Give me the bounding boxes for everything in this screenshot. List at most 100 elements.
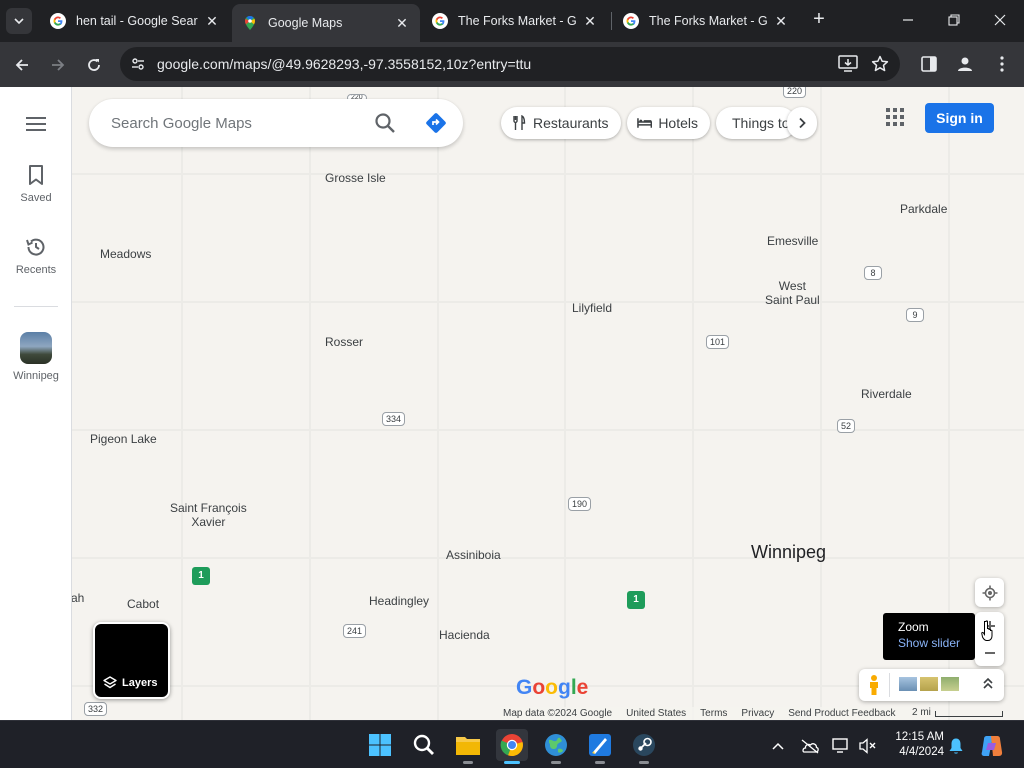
my-location-button[interactable] (975, 578, 1004, 607)
show-slider-link[interactable]: Show slider (898, 636, 975, 650)
browser-tab-strip: hen tail - Google Search ✕ Google Maps ✕ (0, 0, 1024, 42)
minimize-button[interactable] (885, 0, 931, 40)
close-tab-icon[interactable]: ✕ (773, 13, 789, 29)
running-indicator (504, 761, 520, 764)
close-window-button[interactable] (977, 0, 1023, 40)
close-icon (994, 14, 1006, 26)
place-label[interactable]: Grosse Isle (325, 171, 386, 185)
profile-button[interactable] (952, 51, 978, 77)
taskbar-search-button[interactable] (408, 729, 440, 761)
mouse-hand-cursor-icon (981, 620, 993, 641)
chrome-taskbar-button[interactable] (496, 729, 528, 764)
close-tab-icon[interactable]: ✕ (394, 15, 410, 31)
place-label[interactable]: West Saint Paul (765, 279, 820, 307)
road-shield: 101 (706, 335, 730, 349)
chip-hotels[interactable]: Hotels (627, 107, 710, 139)
privacy-link[interactable]: Privacy (741, 708, 774, 719)
place-label[interactable]: Pigeon Lake (90, 432, 157, 446)
chip-restaurants[interactable]: Restaurants (501, 107, 621, 139)
chrome-menu-button[interactable] (989, 51, 1015, 77)
search-input[interactable] (111, 111, 361, 135)
side-panel-button[interactable] (916, 51, 942, 77)
chip-things-to-do[interactable]: Things to do (716, 107, 796, 139)
directions-icon[interactable] (424, 111, 448, 135)
map-canvas[interactable]: Grosse Isle Parkdale Emesville Meadows W… (71, 87, 1024, 720)
zoom-out-button[interactable] (975, 639, 1004, 666)
place-label[interactable]: Hacienda (439, 628, 490, 642)
road-shield: 9 (906, 308, 924, 322)
back-button[interactable] (8, 51, 36, 79)
imagery-thumbnail[interactable] (899, 677, 917, 691)
place-label[interactable]: Saint François Xavier (170, 501, 247, 529)
tab-search-button[interactable] (6, 8, 32, 34)
bed-icon (637, 118, 653, 128)
rail-winnipeg[interactable]: Winnipeg (0, 332, 72, 382)
map-road (437, 87, 439, 720)
maps-globe-app-button[interactable] (540, 729, 572, 764)
rail-saved[interactable]: Saved (0, 163, 72, 204)
start-button[interactable] (364, 729, 396, 761)
road-shield: 190 (568, 497, 592, 511)
map-road (820, 87, 822, 720)
place-label[interactable]: Emesville (767, 234, 818, 248)
region-link[interactable]: United States (626, 708, 686, 719)
taskbar-clock[interactable]: 12:15 AM 4/4/2024 (886, 730, 944, 760)
close-tab-icon[interactable]: ✕ (582, 13, 598, 29)
copilot-button[interactable] (979, 735, 1005, 757)
terms-link[interactable]: Terms (700, 708, 727, 719)
search-icon[interactable] (373, 111, 397, 135)
place-label[interactable]: Headingley (369, 594, 429, 608)
place-label[interactable]: Meadows (100, 247, 151, 261)
feedback-link[interactable]: Send Product Feedback (788, 708, 895, 719)
arrow-right-icon (52, 59, 65, 71)
steam-app-button[interactable] (628, 729, 660, 764)
restore-button[interactable] (931, 0, 977, 40)
place-label[interactable]: Rosser (325, 335, 363, 349)
reload-button[interactable] (80, 51, 108, 79)
hamburger-menu-icon[interactable] (24, 115, 48, 133)
layers-button[interactable]: Layers (93, 622, 170, 699)
sign-in-button[interactable]: Sign in (925, 103, 994, 133)
imagery-thumbnail[interactable] (920, 677, 938, 691)
new-tab-button[interactable]: + (808, 9, 830, 31)
tab-forks-market-2[interactable]: The Forks Market - Google Search ✕ (613, 6, 799, 36)
chevron-double-up-icon[interactable] (982, 676, 994, 692)
install-app-button[interactable] (835, 51, 861, 77)
rail-recents[interactable]: Recents (0, 235, 72, 276)
paint-app-button[interactable] (584, 729, 616, 764)
tray-app-button[interactable] (799, 735, 821, 757)
pegman-icon[interactable] (867, 674, 881, 696)
imagery-thumbnail[interactable] (941, 677, 959, 691)
bookmark-star-button[interactable] (867, 51, 893, 77)
show-hidden-icons-button[interactable] (767, 735, 789, 757)
city-label-winnipeg[interactable]: Winnipeg (751, 543, 826, 561)
place-label[interactable]: Lilyfield (572, 301, 612, 315)
search-box (89, 99, 463, 147)
place-label[interactable]: Cabot (127, 597, 159, 611)
map-road (309, 87, 311, 720)
tab-forks-market-1[interactable]: The Forks Market - Google Search ✕ (422, 6, 608, 36)
map-road (181, 87, 183, 720)
place-label[interactable]: Riverdale (861, 387, 912, 401)
notifications-button[interactable] (945, 735, 967, 757)
tab-hen-tail[interactable]: hen tail - Google Search ✕ (40, 6, 230, 36)
site-info-icon[interactable] (128, 54, 148, 74)
chips-scroll-right-button[interactable] (787, 107, 817, 139)
place-label[interactable]: Parkdale (900, 202, 947, 216)
close-tab-icon[interactable]: ✕ (204, 13, 220, 29)
map-footer: Map data ©2024 Google United States Term… (500, 707, 910, 720)
address-bar[interactable]: google.com/maps/@49.9628293,-97.3558152,… (120, 47, 900, 81)
url-text[interactable]: google.com/maps/@49.9628293,-97.3558152,… (157, 56, 531, 72)
forward-button[interactable] (44, 51, 72, 79)
place-label[interactable]: Assiniboia (446, 548, 501, 562)
minus-icon (984, 651, 995, 654)
road-shield: 334 (382, 412, 406, 426)
tab-google-maps[interactable]: Google Maps ✕ (232, 4, 420, 42)
place-label[interactable]: ah (71, 591, 84, 605)
browser-toolbar: google.com/maps/@49.9628293,-97.3558152,… (0, 42, 1024, 87)
map-scale[interactable]: 2 mi (912, 707, 1003, 718)
google-apps-grid-icon[interactable] (883, 105, 907, 129)
volume-status-button[interactable] (857, 735, 879, 757)
file-explorer-button[interactable] (452, 729, 484, 764)
network-status-button[interactable] (831, 735, 853, 757)
